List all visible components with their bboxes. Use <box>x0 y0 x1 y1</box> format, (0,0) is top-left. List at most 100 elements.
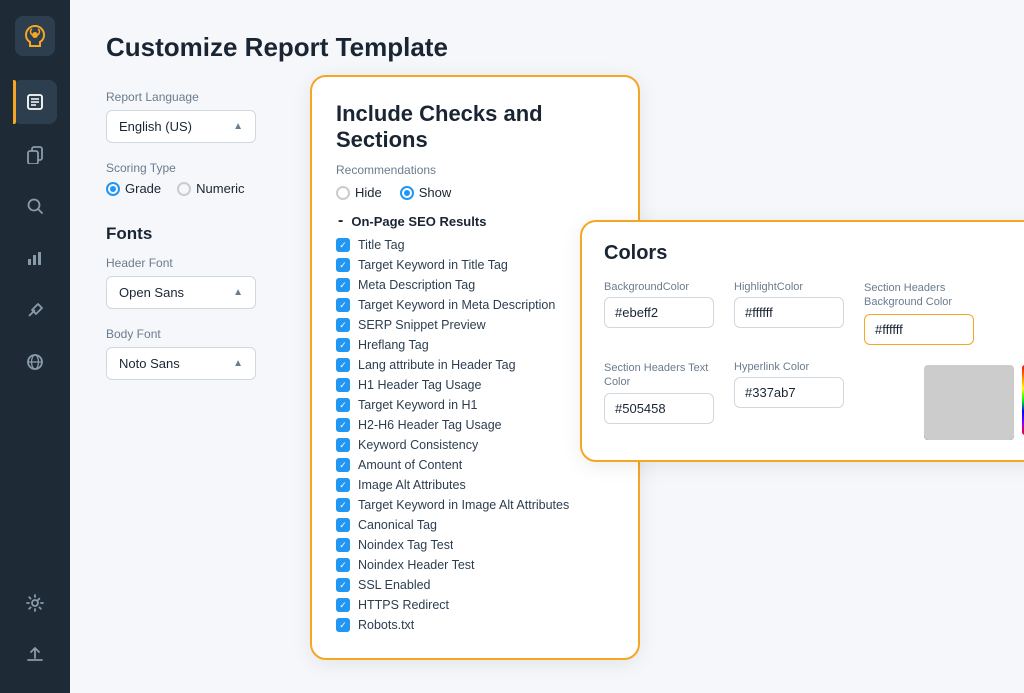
sidebar-item-upload[interactable] <box>13 633 57 677</box>
sidebar-item-edit[interactable] <box>13 80 57 124</box>
report-language-dropdown[interactable]: English (US) ▲ <box>106 110 256 143</box>
checklist-item-label: Meta Description Tag <box>358 278 475 292</box>
checkbox-icon[interactable]: ✓ <box>336 238 350 252</box>
checkbox-icon[interactable]: ✓ <box>336 578 350 592</box>
checklist-item: ✓ Target Keyword in Meta Description <box>336 298 614 312</box>
checkbox-icon[interactable]: ✓ <box>336 498 350 512</box>
checkbox-icon[interactable]: ✓ <box>336 258 350 272</box>
section-headers-text-input[interactable] <box>604 393 714 424</box>
checklist-item-label: Target Keyword in Title Tag <box>358 258 508 272</box>
checklist-item-label: H1 Header Tag Usage <box>358 378 481 392</box>
sidebar-item-tool[interactable] <box>13 288 57 332</box>
header-font-arrow: ▲ <box>233 287 243 298</box>
section-headers-text-label: Section Headers Text Color <box>604 361 714 390</box>
checkbox-icon[interactable]: ✓ <box>336 378 350 392</box>
section-headers-bg-label: Section Headers Background Color <box>864 281 974 310</box>
checkbox-icon[interactable]: ✓ <box>336 618 350 632</box>
checkbox-icon[interactable]: ✓ <box>336 338 350 352</box>
scoring-grade-radio[interactable] <box>106 182 120 196</box>
scoring-type-group: Grade Numeric <box>106 181 326 196</box>
page-title: Customize Report Template <box>106 32 988 63</box>
report-language-label: Report Language <box>106 90 326 104</box>
sidebar-item-chart[interactable] <box>13 236 57 280</box>
checklist-item-label: Target Keyword in Meta Description <box>358 298 555 312</box>
checklist: ✓ Title Tag ✓ Target Keyword in Title Tag ✓ M… <box>336 238 614 632</box>
checklist-item-label: H2-H6 Header Tag Usage <box>358 418 502 432</box>
checkbox-icon[interactable]: ✓ <box>336 458 350 472</box>
body-font-label: Body Font <box>106 327 326 341</box>
checklist-item: ✓ HTTPS Redirect <box>336 598 614 612</box>
checklist-item: ✓ Keyword Consistency <box>336 438 614 452</box>
sidebar-item-search[interactable] <box>13 184 57 228</box>
checklist-item: ✓Lang attribute in Header Tag <box>336 358 614 372</box>
checkbox-icon[interactable]: ✓ <box>336 438 350 452</box>
colors-title: Colors <box>604 242 1024 265</box>
show-radio[interactable] <box>400 186 414 200</box>
checklist-item: ✓Image Alt Attributes <box>336 478 614 492</box>
hyperlink-color-input[interactable] <box>734 377 844 408</box>
section-header-row: - On-Page SEO Results <box>336 212 614 230</box>
hyperlink-color-label: Hyperlink Color <box>734 361 844 373</box>
checkbox-icon[interactable]: ✓ <box>336 318 350 332</box>
checklist-item-label: Robots.txt <box>358 618 414 632</box>
checklist-item-label: Title Tag <box>358 238 405 252</box>
checklist-item-label: HTTPS Redirect <box>358 598 449 612</box>
section-headers-text-group: Section Headers Text Color <box>604 361 714 425</box>
checkbox-icon[interactable]: ✓ <box>336 418 350 432</box>
checklist-item-label: SSL Enabled <box>358 578 431 592</box>
show-option[interactable]: Show <box>400 185 452 200</box>
report-language-arrow: ▲ <box>233 121 243 132</box>
background-color-group: BackgroundColor <box>604 281 714 345</box>
background-color-input[interactable] <box>604 297 714 328</box>
section-name: On-Page SEO Results <box>351 214 486 229</box>
scoring-numeric-option[interactable]: Numeric <box>177 181 244 196</box>
checkbox-icon[interactable]: ✓ <box>336 298 350 312</box>
scoring-numeric-radio[interactable] <box>177 182 191 196</box>
checkbox-icon[interactable]: ✓ <box>336 598 350 612</box>
sidebar-item-settings[interactable] <box>13 581 57 625</box>
checkbox-icon[interactable]: ✓ <box>336 478 350 492</box>
checkbox-icon[interactable]: ✓ <box>336 358 350 372</box>
sidebar <box>0 0 70 693</box>
hyperlink-color-group: Hyperlink Color <box>734 361 844 425</box>
checkbox-icon[interactable]: ✓ <box>336 538 350 552</box>
checklist-item: ✓ H2-H6 Header Tag Usage <box>336 418 614 432</box>
body-font-dropdown[interactable]: Noto Sans ▲ <box>106 347 256 380</box>
checklist-item: ✓Hreflang Tag <box>336 338 614 352</box>
main-content: Customize Report Template Report Languag… <box>70 0 1024 693</box>
checklist-item: ✓SERP Snippet Preview <box>336 318 614 332</box>
checkbox-icon[interactable]: ✓ <box>336 398 350 412</box>
checklist-item-label: Target Keyword in Image Alt Attributes <box>358 498 569 512</box>
section-headers-bg-input[interactable] <box>864 314 974 345</box>
checklist-item-label: Noindex Header Test <box>358 558 475 572</box>
hide-radio[interactable] <box>336 186 350 200</box>
checkbox-icon[interactable]: ✓ <box>336 518 350 532</box>
checklist-item: ✓Amount of Content <box>336 458 614 472</box>
checklist-item: ✓ Title Tag <box>336 238 614 252</box>
checklist-item-label: Target Keyword in H1 <box>358 398 478 412</box>
highlight-color-label: HighlightColor <box>734 281 844 293</box>
app-logo[interactable] <box>15 16 55 56</box>
sidebar-item-copy[interactable] <box>13 132 57 176</box>
header-font-dropdown[interactable]: Open Sans ▲ <box>106 276 256 309</box>
checklist-item: ✓Noindex Tag Test <box>336 538 614 552</box>
color-gradient-picker[interactable] <box>924 365 1014 440</box>
scoring-type-label: Scoring Type <box>106 161 326 175</box>
checklist-item: ✓ Noindex Header Test <box>336 558 614 572</box>
checklist-item: ✓ Target Keyword in H1 <box>336 398 614 412</box>
hide-option[interactable]: Hide <box>336 185 382 200</box>
show-label: Show <box>419 185 452 200</box>
checklist-item-label: Keyword Consistency <box>358 438 478 452</box>
colors-panel: Colors BackgroundColor HighlightColor Se… <box>580 220 1024 462</box>
sidebar-item-globe[interactable] <box>13 340 57 384</box>
checklist-item: ✓ Meta Description Tag <box>336 278 614 292</box>
recommendations-label: Recommendations <box>336 163 614 177</box>
left-panel: Report Language English (US) ▲ Scoring T… <box>106 90 326 398</box>
checklist-item: ✓ Target Keyword in Image Alt Attributes <box>336 498 614 512</box>
scoring-grade-option[interactable]: Grade <box>106 181 161 196</box>
checkbox-icon[interactable]: ✓ <box>336 558 350 572</box>
color-picker <box>924 365 1024 440</box>
checkbox-icon[interactable]: ✓ <box>336 278 350 292</box>
highlight-color-input[interactable] <box>734 297 844 328</box>
header-font-value: Open Sans <box>119 285 184 300</box>
